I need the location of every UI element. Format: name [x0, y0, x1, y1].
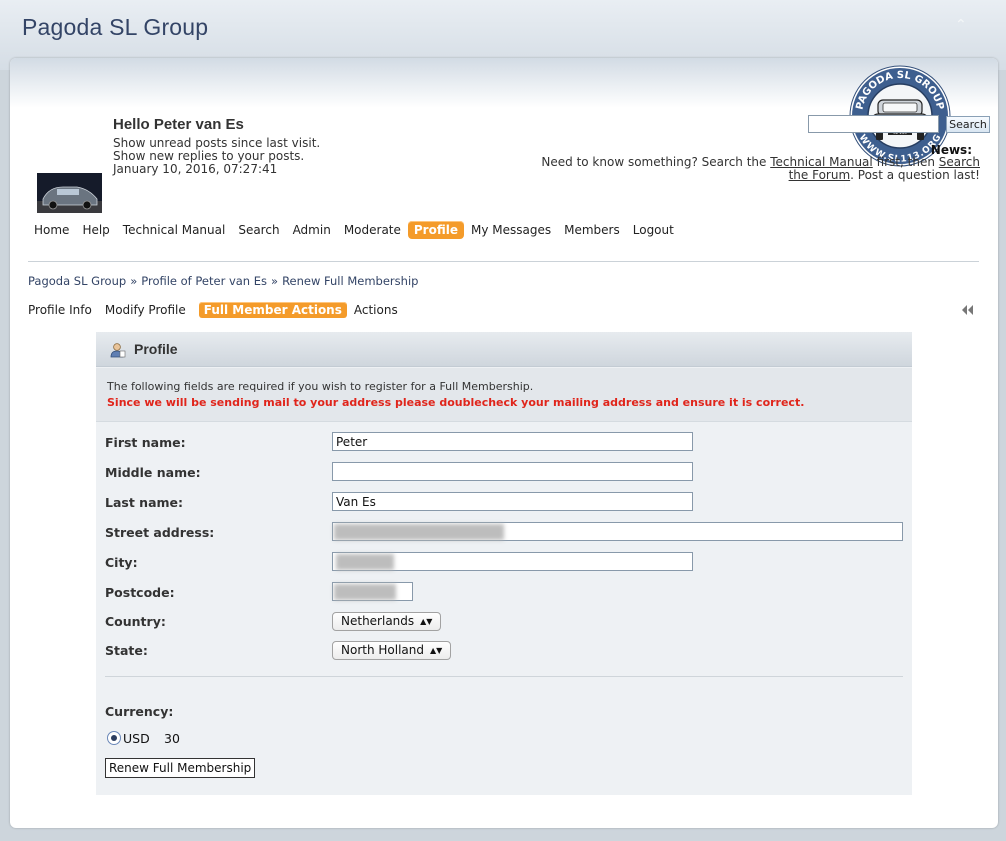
first-name-label: First name:	[105, 435, 186, 450]
breadcrumb-separator: »	[130, 274, 138, 288]
state-select[interactable]: North Holland ▲▼	[332, 641, 452, 660]
menu-search[interactable]: Search	[232, 221, 285, 239]
news-prefix: Need to know something? Search the	[541, 155, 771, 169]
usd-label: USD	[123, 731, 150, 746]
info-box: The following fields are required if you…	[96, 368, 912, 422]
avatar-car-image	[37, 173, 102, 213]
main-menu: Home Help Technical Manual Search Admin …	[28, 220, 681, 240]
menu-divider	[28, 261, 979, 262]
menu-my-messages[interactable]: My Messages	[465, 221, 557, 239]
menu-admin[interactable]: Admin	[287, 221, 337, 239]
user-profile-icon	[110, 343, 126, 358]
profile-sub-tabs: Profile Info Modify Profile Full Member …	[28, 301, 411, 319]
menu-profile[interactable]: Profile	[407, 221, 464, 239]
section-divider	[105, 676, 903, 677]
country-selected-value: Netherlands	[341, 614, 415, 628]
tab-full-member-actions[interactable]: Full Member Actions	[198, 302, 347, 318]
search-input[interactable]	[808, 115, 939, 133]
middle-name-field[interactable]	[332, 462, 693, 481]
news-text: Need to know something? Search the Techn…	[530, 156, 980, 182]
first-name-field[interactable]: Peter	[332, 432, 693, 451]
usd-amount: 30	[164, 731, 180, 746]
redacted-postcode	[334, 584, 396, 600]
news-middle: first, then	[872, 155, 939, 169]
technical-manual-link[interactable]: Technical Manual	[770, 155, 873, 169]
select-arrows-icon: ▲▼	[430, 646, 443, 655]
panel-title: Profile	[134, 341, 178, 357]
show-unread-posts-link[interactable]: Show unread posts since last visit.	[113, 136, 320, 150]
profile-panel: Profile The following fields are require…	[96, 332, 912, 795]
renew-full-membership-button[interactable]: Renew Full Membership	[105, 758, 256, 778]
last-name-label: Last name:	[105, 495, 184, 510]
forum-title: Pagoda SL Group	[22, 14, 209, 40]
last-name-field[interactable]: Van Es	[332, 492, 693, 511]
currency-label: Currency:	[105, 704, 174, 719]
menu-home[interactable]: Home	[28, 221, 75, 239]
current-datetime: January 10, 2016, 07:27:41	[113, 162, 278, 176]
show-new-replies-link[interactable]: Show new replies to your posts.	[113, 149, 304, 163]
warning-text: Since we will be sending mail to your ad…	[107, 396, 805, 409]
state-selected-value: North Holland	[341, 643, 424, 657]
redacted-city	[336, 554, 394, 570]
breadcrumb-renew[interactable]: Renew Full Membership	[282, 274, 418, 288]
menu-help[interactable]: Help	[76, 221, 115, 239]
state-label: State:	[105, 643, 148, 658]
usd-radio[interactable]	[107, 731, 121, 745]
breadcrumb: Pagoda SL Group» Profile of Peter van Es»…	[28, 274, 418, 288]
tab-modify-profile[interactable]: Modify Profile	[105, 301, 192, 319]
country-label: Country:	[105, 614, 166, 629]
country-select[interactable]: Netherlands ▲▼	[332, 612, 442, 631]
info-text: The following fields are required if you…	[107, 380, 534, 393]
avatar[interactable]	[37, 173, 102, 213]
user-greeting: Hello Peter van Es	[113, 116, 244, 133]
page-frame: PAGODA SL GROUP WWW.SL113.ORG SL 113 Hel…	[10, 58, 998, 828]
select-arrows-icon: ▲▼	[420, 617, 433, 626]
news-suffix: . Post a question last!	[850, 168, 980, 182]
menu-members[interactable]: Members	[558, 221, 626, 239]
redacted-street-address	[334, 524, 504, 540]
collapse-sidebar-icon[interactable]	[960, 304, 976, 316]
tab-actions[interactable]: Actions	[354, 301, 404, 319]
search-button[interactable]: Search	[946, 116, 990, 133]
city-label: City:	[105, 555, 138, 570]
menu-technical-manual[interactable]: Technical Manual	[117, 221, 232, 239]
middle-name-label: Middle name:	[105, 465, 201, 480]
tab-profile-info[interactable]: Profile Info	[28, 301, 98, 319]
menu-moderate[interactable]: Moderate	[338, 221, 407, 239]
postcode-label: Postcode:	[105, 585, 175, 600]
breadcrumb-separator: »	[271, 274, 279, 288]
menu-logout[interactable]: Logout	[627, 221, 680, 239]
panel-header: Profile	[96, 332, 912, 367]
collapse-header-icon[interactable]: ⌃	[955, 18, 973, 32]
street-address-label: Street address:	[105, 525, 215, 540]
breadcrumb-profile[interactable]: Profile of Peter van Es	[141, 274, 267, 288]
breadcrumb-forum[interactable]: Pagoda SL Group	[28, 274, 126, 288]
